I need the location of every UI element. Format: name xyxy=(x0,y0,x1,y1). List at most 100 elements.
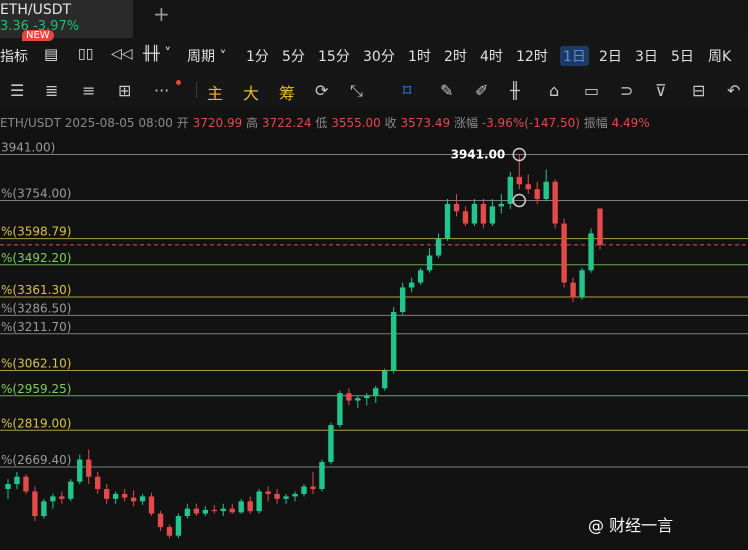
fib-level-label-6: %(3211.70) xyxy=(1,320,71,334)
interval-toolbar: 指标 ▤ ▯▯ ◁◁ ╫╫ ˅ 周期 ˅ 1分 5分 15分 30分 1时 2时… xyxy=(0,38,748,72)
big-order-button[interactable]: 大 xyxy=(243,80,259,104)
amplitude-label: 振幅 xyxy=(583,116,608,130)
candle-body-25 xyxy=(229,508,235,513)
refresh-icon[interactable]: ⟳ xyxy=(315,81,328,100)
candle-body-8 xyxy=(77,459,83,482)
tab-eth-usdt[interactable]: ETH/USDT 3.36 -3.97% xyxy=(0,0,133,38)
settings-lines-icon[interactable]: ≡ xyxy=(82,81,95,100)
trash-icon[interactable]: ⊟ xyxy=(692,81,705,100)
main-indicator-button[interactable]: 主 xyxy=(207,80,223,104)
interval-5d[interactable]: 5日 xyxy=(671,46,694,66)
candle-body-1 xyxy=(14,476,20,485)
lock-icon[interactable]: ⌂ xyxy=(549,81,559,100)
filter-icon[interactable]: ⊽ xyxy=(655,81,667,100)
interval-30m[interactable]: 30分 xyxy=(363,46,395,66)
low-label: 低 xyxy=(315,116,328,130)
candle-body-11 xyxy=(103,489,110,499)
ohlc-info: ETH/USDT 2025-08-05 08:00 开 3720.99 高 37… xyxy=(0,114,650,131)
candle-body-38 xyxy=(346,393,352,401)
candle-body-28 xyxy=(256,491,262,512)
fib-level-label-9: %(2819.00) xyxy=(1,416,71,430)
candle-body-63 xyxy=(570,282,576,298)
candle-body-27 xyxy=(247,501,253,512)
candle-body-34 xyxy=(310,486,316,490)
fib-level-label-2: %(3598.79) xyxy=(1,225,71,239)
candle-body-15 xyxy=(139,496,146,502)
back-icon[interactable]: ↶ xyxy=(727,81,740,100)
trend-icon[interactable]: ⤡ xyxy=(350,81,363,101)
candle-body-53 xyxy=(480,203,487,224)
candle-body-20 xyxy=(184,508,191,517)
candle-body-5 xyxy=(50,496,56,502)
pen-icon[interactable]: ✐ xyxy=(475,81,488,100)
fib-level-label-8: %(2959.25) xyxy=(1,382,71,396)
candle-body-0 xyxy=(5,484,11,490)
candle-body-43 xyxy=(391,312,397,372)
fib-level-label-4: %(3361.30) xyxy=(1,283,71,297)
candle-body-45 xyxy=(408,282,415,288)
candle-body-33 xyxy=(301,486,307,494)
new-badge: NEW xyxy=(22,30,54,41)
fib-level-label-1: %(3754.00) xyxy=(1,186,71,200)
tab-title: ETH/USDT xyxy=(0,2,72,18)
candles-icon[interactable]: ╫ xyxy=(510,81,520,100)
crosshair-box-icon[interactable]: ⊞ xyxy=(118,81,131,100)
interval-week[interactable]: 周K xyxy=(708,46,731,66)
period-label: 周期 xyxy=(187,49,215,65)
list-icon[interactable]: ≣ xyxy=(45,81,58,100)
indicators-button[interactable]: 指标 xyxy=(0,46,28,66)
interval-1h[interactable]: 1时 xyxy=(408,46,431,66)
candle-body-49 xyxy=(444,203,451,239)
candle-body-18 xyxy=(166,527,173,536)
candle-body-10 xyxy=(95,476,101,490)
candle-body-3 xyxy=(32,491,38,517)
interval-12h[interactable]: 12时 xyxy=(516,46,548,66)
align-left-icon[interactable]: ☰ xyxy=(10,81,24,100)
candle-body-32 xyxy=(292,493,298,497)
candle-body-22 xyxy=(202,509,209,514)
note-icon[interactable]: ▭ xyxy=(584,81,599,100)
candle-body-31 xyxy=(283,496,289,499)
candle-body-21 xyxy=(193,508,200,514)
interval-15m[interactable]: 15分 xyxy=(318,46,350,66)
amplitude-value: 4.49% xyxy=(611,116,650,130)
interval-1m[interactable]: 1分 xyxy=(246,46,269,66)
open-value: 3720.99 xyxy=(192,116,243,130)
more-icon[interactable]: ··· xyxy=(154,81,169,100)
datetime-label: 2025-08-05 08:00 xyxy=(64,116,173,130)
toolbar-divider xyxy=(196,82,197,98)
interval-5m[interactable]: 5分 xyxy=(282,46,305,66)
candle-type-icon[interactable]: ╫╫ ˅ xyxy=(143,46,171,62)
drawing-toolbar xyxy=(0,72,748,108)
candle-body-46 xyxy=(417,270,424,283)
layout-icon[interactable]: ▯▯ xyxy=(78,46,93,62)
rewind-icon[interactable]: ◁◁ xyxy=(111,46,133,62)
candle-body-17 xyxy=(157,513,164,528)
candle-body-51 xyxy=(462,211,469,224)
bookmark-icon[interactable]: ⌑ xyxy=(403,81,411,100)
interval-2d[interactable]: 2日 xyxy=(599,46,622,66)
interval-1d[interactable]: 1日 xyxy=(560,46,589,66)
candle-body-62 xyxy=(561,223,567,283)
candle-body-19 xyxy=(175,516,182,536)
fib-level-label-0: 3941.00) xyxy=(1,141,55,155)
magnet-icon[interactable]: ⊃ xyxy=(620,81,633,100)
candle-body-44 xyxy=(399,287,406,313)
candle-body-56 xyxy=(507,176,513,204)
period-dropdown[interactable]: 周期 ˅ xyxy=(187,46,226,66)
candle-body-36 xyxy=(328,425,334,462)
interval-3d[interactable]: 3日 xyxy=(635,46,658,66)
ruler-icon[interactable]: ✎ xyxy=(440,81,453,100)
candle-body-60 xyxy=(543,181,549,199)
calendar-icon[interactable]: ▤ xyxy=(44,45,58,63)
add-tab-icon[interactable]: + xyxy=(153,2,170,26)
candle-body-13 xyxy=(121,493,128,498)
candle-body-40 xyxy=(364,395,370,399)
peak-label: 3941.00 xyxy=(451,148,506,162)
interval-4h[interactable]: 4时 xyxy=(480,46,503,66)
interval-2h[interactable]: 2时 xyxy=(444,46,467,66)
change-label: 涨幅 xyxy=(453,116,478,130)
candle-body-39 xyxy=(355,398,361,401)
chip-distribution-button[interactable]: 筹 xyxy=(279,80,295,104)
candle-body-26 xyxy=(238,501,244,513)
